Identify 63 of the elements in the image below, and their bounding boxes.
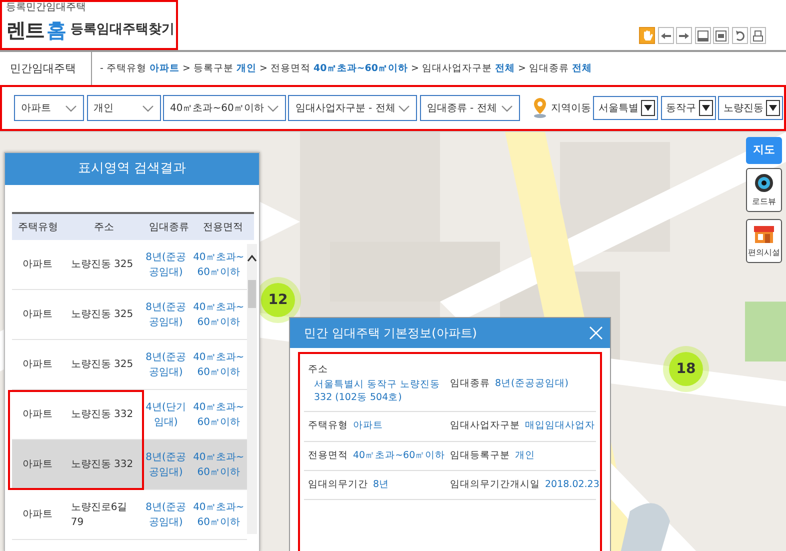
table-cell-text: 아파트 [21, 508, 54, 522]
field-value: 2018.02.23 [545, 478, 600, 492]
table-cell-text: 40㎡초과~60㎡이하 [192, 500, 246, 530]
field-label: 임대종류 [450, 376, 490, 390]
field-value: 8년(준공공임대) [495, 376, 568, 390]
field-label: 임대의무기간개시일 [450, 478, 540, 492]
table-cell-text: 40㎡초과~60㎡이하 [192, 350, 246, 380]
table-cell-text: 노량진동 325 [70, 258, 134, 272]
popup-title: 민간 임대주택 기본정보(아파트) [304, 325, 477, 342]
field-label: 전용면적 [308, 448, 348, 462]
region-label: 지역이동 [550, 102, 591, 116]
map-control[interactable]: 편의시설 [746, 219, 782, 263]
field-value: 8년 [373, 478, 390, 492]
table-cell-text: 40㎡초과~60㎡이하 [192, 300, 246, 330]
dropdown[interactable]: 서울특별 [593, 96, 658, 120]
table-cell-text: 노량진로6길 79 [70, 500, 128, 530]
table-cell-text: 아파트 [21, 458, 54, 472]
table-cell-text: 아파트 [21, 258, 54, 272]
table-cell-text: 40㎡초과~60㎡이하 [192, 450, 246, 480]
table-cell-text: 8년(준공공임대) [144, 450, 187, 480]
dropdown[interactable]: 임대종류 - 전체 [420, 95, 520, 121]
logo-title: 등록임대주택찾기 [70, 21, 174, 39]
table-cell-text: 노량진동 332 [70, 458, 134, 472]
dropdown[interactable]: 40㎡초과~60㎡이하 [163, 95, 286, 121]
table-cell-text: 아파트 [21, 308, 54, 322]
table-cell-text: 8년(준공공임대) [144, 350, 187, 380]
field-label: 임대사업자구분 [450, 419, 520, 434]
column-header: 주택유형 [17, 220, 59, 234]
dropdown[interactable]: 노량진동 [718, 96, 784, 120]
table-cell-text: 8년(준공공임대) [144, 250, 187, 280]
field-value: 개인 [515, 448, 535, 462]
dropdown[interactable]: 동작구 [660, 96, 716, 120]
dropdown[interactable]: 임대사업자구분 - 전체 [288, 95, 418, 121]
field-label: 임대등록구분 [450, 448, 510, 462]
table-cell-text: 아파트 [21, 408, 54, 422]
breadcrumb-text: - 주택유형 아파트 > 등록구분 개인 > 전용면적 40㎡초과~60㎡이하 > 임대사업자구분 전체 > 임대종류 전체 [99, 62, 592, 76]
field-label: 주택유형 [308, 419, 348, 434]
field-value: 매입임대사업자 [525, 419, 595, 434]
column-header: 전용면적 [202, 220, 244, 234]
table-cell-text: 노량진동 325 [70, 308, 134, 322]
logo-tagline: 등록민간임대주택 [6, 2, 87, 13]
dropdown[interactable]: 개인 [86, 95, 160, 121]
field-label: 임대의무기간 [308, 478, 368, 492]
table-cell-text: 8년(준공공임대) [144, 300, 187, 330]
logo-mark: 렌트 [6, 17, 44, 44]
field-value: 40㎡초과~60㎡이하 [353, 448, 446, 462]
table-cell-text: 노량진동 325 [70, 358, 134, 372]
dropdown[interactable]: 아파트 [14, 95, 84, 121]
table-cell-text: 40㎡초과~60㎡이하 [192, 400, 246, 430]
table-cell-text: 아파트 [21, 358, 54, 372]
field-value: 서울특별시 동작구 노량진동 332 (102동 504호) [313, 378, 442, 404]
map-control[interactable]: 로드뷰 [746, 168, 782, 212]
table-cell-text: 노량진동 332 [70, 408, 134, 422]
table-cell-text: 4년(단기임대) [144, 400, 187, 430]
column-header: 주소 [93, 220, 115, 234]
field-label: 주소 [308, 363, 328, 377]
panel-title: 표시영역 검색결과 [5, 153, 259, 185]
table-cell-text: 40㎡초과~60㎡이하 [192, 250, 246, 280]
section-title: 민간임대주택 [0, 52, 92, 85]
column-header: 임대종류 [148, 220, 190, 234]
logo-mark: 홈 [46, 17, 66, 44]
table-cell-text: 8년(준공공임대) [144, 500, 187, 530]
field-value: 아파트 [353, 419, 383, 434]
